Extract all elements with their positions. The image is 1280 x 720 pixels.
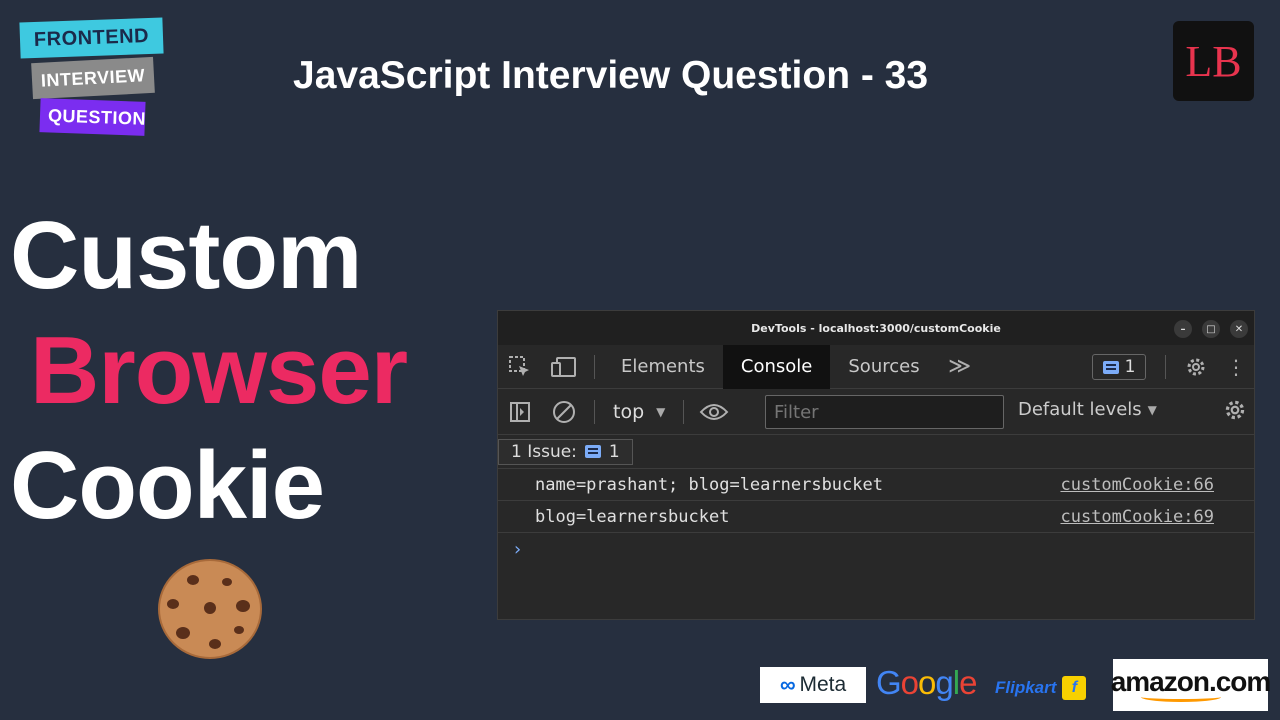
issues-label: 1 Issue:	[511, 441, 577, 462]
clear-console-icon[interactable]	[542, 400, 586, 424]
chevron-down-icon: ▼	[656, 404, 666, 419]
levels-label: Default levels	[1018, 399, 1142, 420]
tab-separator	[1165, 355, 1166, 379]
log-source-link[interactable]: customCookie:66	[1060, 475, 1214, 495]
context-selector[interactable]: top ▼	[603, 401, 675, 423]
console-prompt[interactable]: ›	[498, 533, 1254, 560]
device-toolbar-icon[interactable]	[542, 356, 586, 378]
log-message: blog=learnersbucket	[535, 506, 730, 527]
badge-line-frontend: FRONTEND	[19, 17, 164, 59]
flipkart-bag-icon: f	[1062, 676, 1087, 700]
lb-logo: LB	[1173, 21, 1254, 101]
kebab-menu-icon[interactable]: ⋮	[1218, 355, 1254, 379]
chevron-down-icon: ▼	[1147, 402, 1157, 417]
message-icon	[1102, 360, 1119, 374]
console-log-row: name=prashant; blog=learnersbucket custo…	[498, 469, 1254, 501]
page-title: JavaScript Interview Question - 33	[293, 54, 929, 97]
cookie-icon	[158, 559, 262, 659]
badge-line-question: QUESTION	[39, 98, 146, 136]
issues-link[interactable]: 1 Issue: 1	[498, 438, 633, 465]
flipkart-logo: Flipkart f	[995, 676, 1087, 700]
inspect-element-icon[interactable]	[498, 355, 542, 379]
log-message: name=prashant; blog=learnersbucket	[535, 474, 883, 495]
devtools-tabbar: Elements Console Sources ≫ 1 ⋮	[498, 344, 1254, 389]
headline-custom: Custom	[10, 202, 362, 309]
meta-infinity-icon: ∞	[779, 672, 796, 697]
tab-sources[interactable]: Sources	[830, 345, 937, 389]
console-toolbar: top ▼ Default levels ▼	[498, 389, 1254, 435]
toolbar-separator	[683, 399, 685, 424]
default-levels-dropdown[interactable]: Default levels ▼	[1018, 399, 1157, 420]
message-icon	[584, 445, 601, 458]
flipkart-wordmark: Flipkart	[995, 678, 1057, 697]
console-settings-gear-icon[interactable]	[1222, 397, 1248, 427]
sidebar-toggle-icon[interactable]	[498, 401, 542, 423]
tab-separator	[594, 354, 595, 379]
close-icon[interactable]: ✕	[1230, 320, 1248, 338]
google-logo: Google	[876, 664, 977, 701]
meta-wordmark: Meta	[799, 673, 847, 696]
tab-console[interactable]: Console	[722, 344, 831, 389]
devtools-window: DevTools - localhost:3000/customCookie –…	[497, 310, 1255, 620]
badge-line-interview: INTERVIEW	[31, 56, 155, 100]
issues-count: 1	[1124, 357, 1136, 377]
more-tabs-icon[interactable]: ≫	[938, 354, 982, 379]
maximize-icon[interactable]: □	[1202, 320, 1220, 338]
log-source-link[interactable]: customCookie:69	[1060, 507, 1214, 527]
devtools-window-title: DevTools - localhost:3000/customCookie	[751, 321, 1001, 335]
headline-browser: Browser	[30, 317, 408, 424]
issues-bar: 1 Issue: 1	[498, 435, 1254, 469]
devtools-titlebar: DevTools - localhost:3000/customCookie –…	[498, 311, 1254, 345]
amazon-smile-icon	[1140, 692, 1221, 702]
toolbar-separator	[594, 399, 595, 424]
issues-bar-count: 1	[608, 441, 620, 462]
headline-cookie: Cookie	[10, 432, 325, 539]
frontend-interview-badge: FRONTEND INTERVIEW QUESTION	[19, 17, 170, 138]
console-log-row: blog=learnersbucket customCookie:69	[498, 501, 1254, 533]
settings-gear-icon[interactable]	[1174, 355, 1218, 379]
context-value: top	[613, 400, 645, 423]
issues-counter-button[interactable]: 1	[1092, 354, 1146, 380]
amazon-logo: amazon.com	[1111, 659, 1271, 711]
eye-icon[interactable]	[692, 402, 736, 422]
filter-input[interactable]	[765, 395, 1004, 429]
tab-elements[interactable]: Elements	[603, 345, 723, 389]
meta-logo: ∞ Meta	[760, 667, 866, 703]
minimize-icon[interactable]: –	[1174, 320, 1192, 338]
